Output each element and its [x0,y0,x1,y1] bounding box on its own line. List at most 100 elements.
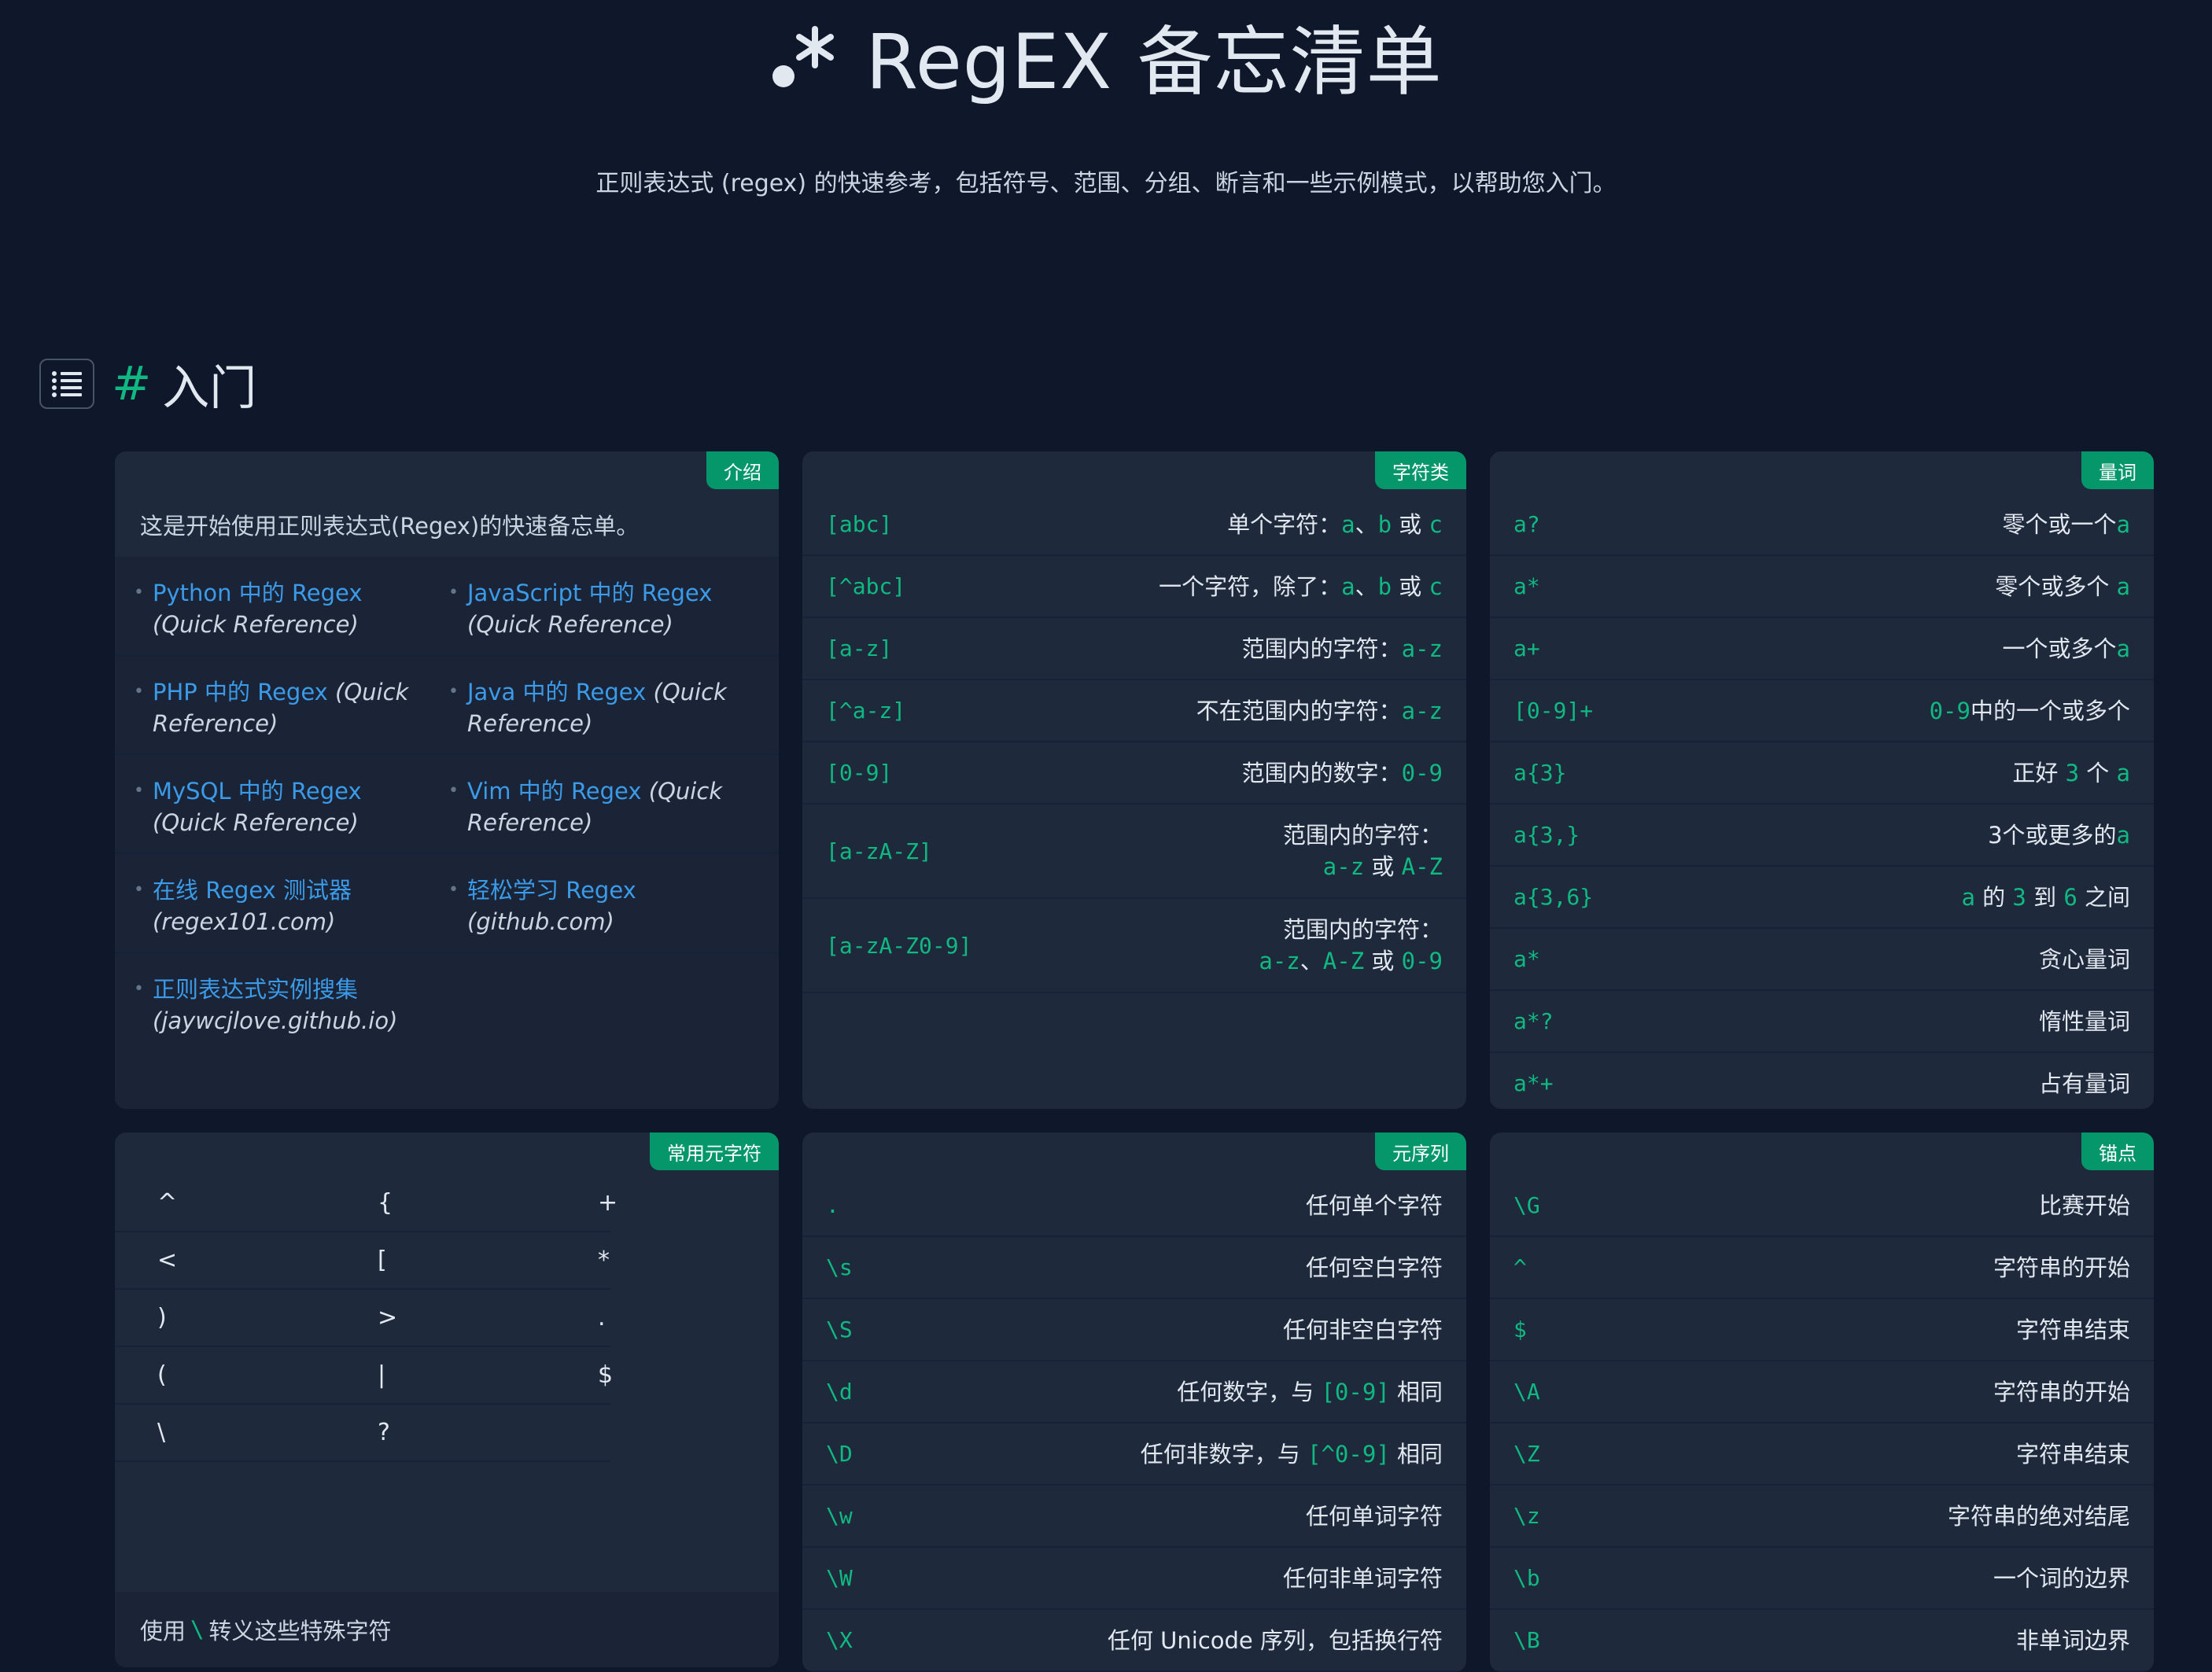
charclass-card: 字符类 [abc] 单个字符：a、b 或 c [^abc] 一个字符，除了：a、b 或… [802,451,1466,1109]
pattern-code: \d [826,1379,853,1405]
pattern-description: 贪心量词 [2038,945,2130,973]
list-item: • JavaScript 中的 Regex (Quick Reference) [448,557,763,654]
reference-link[interactable]: 在线 Regex 测试器 [153,877,352,904]
section-anchor-link[interactable]: # [112,356,151,411]
pattern-code: \z [1513,1503,1540,1529]
table-row: \Z 字符串结束 [1490,1423,2154,1486]
list-item: • Python 中的 Regex (Quick Reference) [134,557,448,654]
table-row: \X 任何 Unicode 序列，包括换行符 [802,1610,1466,1672]
metachar-cell: $ [598,1361,614,1389]
pattern-code: [a-z] [826,635,893,661]
reference-link[interactable]: 正则表达式实例搜集 [153,976,358,1003]
pattern-code: a+ [1513,635,1540,661]
reference-link[interactable]: 轻松学习 Regex [467,877,636,904]
pattern-description: 任何非单词字符 [1282,1564,1443,1592]
pattern-description: 范围内的字符： a-z、A-Z 或 0-9 [1259,916,1443,974]
table-row: [a-zA-Z] 范围内的字符： a-z 或 A-Z [802,805,1466,899]
list-item: • MySQL 中的 Regex (Quick Reference) [134,755,448,853]
table-row: a+ 一个或多个a [1490,618,2154,680]
pattern-code: \X [826,1627,853,1653]
reference-link[interactable]: Python 中的 Regex [153,580,363,606]
table-row: \d 任何数字，与 [0-9] 相同 [802,1361,1466,1423]
pattern-code: \B [1513,1627,1540,1653]
table-row: (| $ [115,1347,614,1405]
table-row: a*+ 占有量词 [1490,1053,2154,1109]
card-tag: 字符类 [1375,451,1466,489]
pattern-description: a 的 3 到 6 之间 [1961,883,2131,911]
metachar-cell: < [157,1247,178,1274]
pattern-description: 3个或更多的a [1988,821,2130,849]
reference-link[interactable]: Java 中的 Regex [467,679,646,705]
pattern-code: a{3} [1513,760,1567,786]
pattern-code: [a-zA-Z] [826,838,932,864]
pattern-description: 任何非空白字符 [1282,1316,1443,1343]
page-title-text: RegEX 备忘清单 [865,17,1443,106]
table-row: < [* [115,1232,610,1290]
list-item: • Vim 中的 Regex (Quick Reference) [448,755,763,853]
table-row: \w 任何单词字符 [802,1486,1466,1548]
pattern-description: 0-9中的一个或多个 [1929,697,2130,724]
pattern-description: 比赛开始 [2038,1191,2130,1219]
link-note: (Quick Reference) [467,611,673,638]
table-row: \W 任何非单词字符 [802,1548,1466,1610]
pattern-code: \Z [1513,1441,1540,1467]
intro-text: 这是开始使用正则表达式(Regex)的快速备忘单。 [140,513,640,540]
card-tag: 锚点 [2081,1132,2154,1170]
pattern-description: 字符串结束 [2015,1316,2130,1343]
intro-card: 介绍 这是开始使用正则表达式(Regex)的快速备忘单。 • Python 中的 … [115,451,779,1109]
card-tag: 元序列 [1375,1132,1466,1170]
table-row: \D 任何非数字，与 [^0-9] 相同 [802,1423,1466,1486]
table-row: a? 零个或一个a [1490,494,2154,556]
pattern-code: . [826,1192,839,1218]
pattern-description: 零个或多个 a [1995,573,2130,600]
table-row: a{3,6} a 的 3 到 6 之间 [1490,867,2154,929]
link-note: (Quick Reference) [153,611,359,638]
list-item: • 轻松学习 Regex (github.com) [448,854,763,952]
table-row: ^ 字符串的开始 [1490,1237,2154,1299]
pattern-code: a* [1513,573,1540,599]
table-row: \S 任何非空白字符 [802,1299,1466,1361]
metaseq-table: . 任何单个字符 \s 任何空白字符 \S 任何非空白字符 \d 任何数字，与 [0-9] 相… [802,1175,1466,1672]
metachar-cell: + [598,1189,618,1217]
toc-button[interactable] [39,359,94,409]
pattern-code: [abc] [826,511,893,537]
table-row: [a-z] 范围内的字符：a-z [802,618,1466,680]
pattern-code: [a-zA-Z0-9] [826,932,972,959]
reference-link[interactable]: MySQL 中的 Regex [153,778,362,805]
pattern-description: 不在范围内的字符：a-z [1196,697,1443,724]
pattern-code: \S [826,1317,853,1342]
pattern-code: \A [1513,1379,1540,1405]
quantifier-card: 量词 a? 零个或一个a a* 零个或多个 a a+ 一个或多个a [0-9]+ 0-9中的一… [1490,451,2154,1109]
bullet-icon: • [134,979,144,999]
reference-link[interactable]: Vim 中的 Regex [467,778,642,805]
pattern-description: 任何空白字符 [1305,1254,1443,1281]
link-note: (regex101.com) [153,908,336,935]
table-row: a{3,} 3个或更多的a [1490,805,2154,867]
pattern-description: 非单词边界 [2015,1626,2130,1654]
section-title: # 入门 [112,350,256,418]
quantifier-table: a? 零个或一个a a* 零个或多个 a a+ 一个或多个a [0-9]+ 0-9中的一个或多… [1490,494,2154,1109]
link-note: (jaywcjlove.github.io) [153,1007,398,1034]
list-item: • 正则表达式实例搜集 (jaywcjlove.github.io) [134,953,448,1051]
metachar-card: 常用元字符 ^ {+ < [*) >. (| $ \? 使用 \ 转义这些特殊字符 [115,1132,779,1667]
pattern-description: 惰性量词 [2038,1007,2130,1035]
card-tag: 量词 [2081,451,2154,489]
section-heading: # 入门 [39,356,256,416]
metachar-cell: . [598,1304,606,1331]
reference-link[interactable]: PHP 中的 Regex [153,679,328,705]
reference-link[interactable]: JavaScript 中的 Regex [467,580,712,606]
pattern-code: a{3,6} [1513,884,1594,910]
metachar-cell: ( [157,1361,167,1389]
table-row: [^a-z] 不在范围内的字符：a-z [802,680,1466,742]
pattern-description: 任何非数字，与 [^0-9] 相同 [1140,1440,1443,1468]
pattern-code: [^a-z] [826,698,906,724]
table-row: \? [115,1405,610,1462]
pattern-description: 字符串的开始 [1993,1378,2130,1405]
pattern-code: [0-9] [826,760,893,786]
card-tag: 常用元字符 [650,1132,779,1170]
pattern-code: [0-9]+ [1513,698,1594,724]
link-note: (Quick Reference) [153,809,359,836]
table-row: \z 字符串的绝对结尾 [1490,1486,2154,1548]
metachar-cell: > [378,1304,398,1331]
list-item: • Java 中的 Regex (Quick Reference) [448,656,763,753]
